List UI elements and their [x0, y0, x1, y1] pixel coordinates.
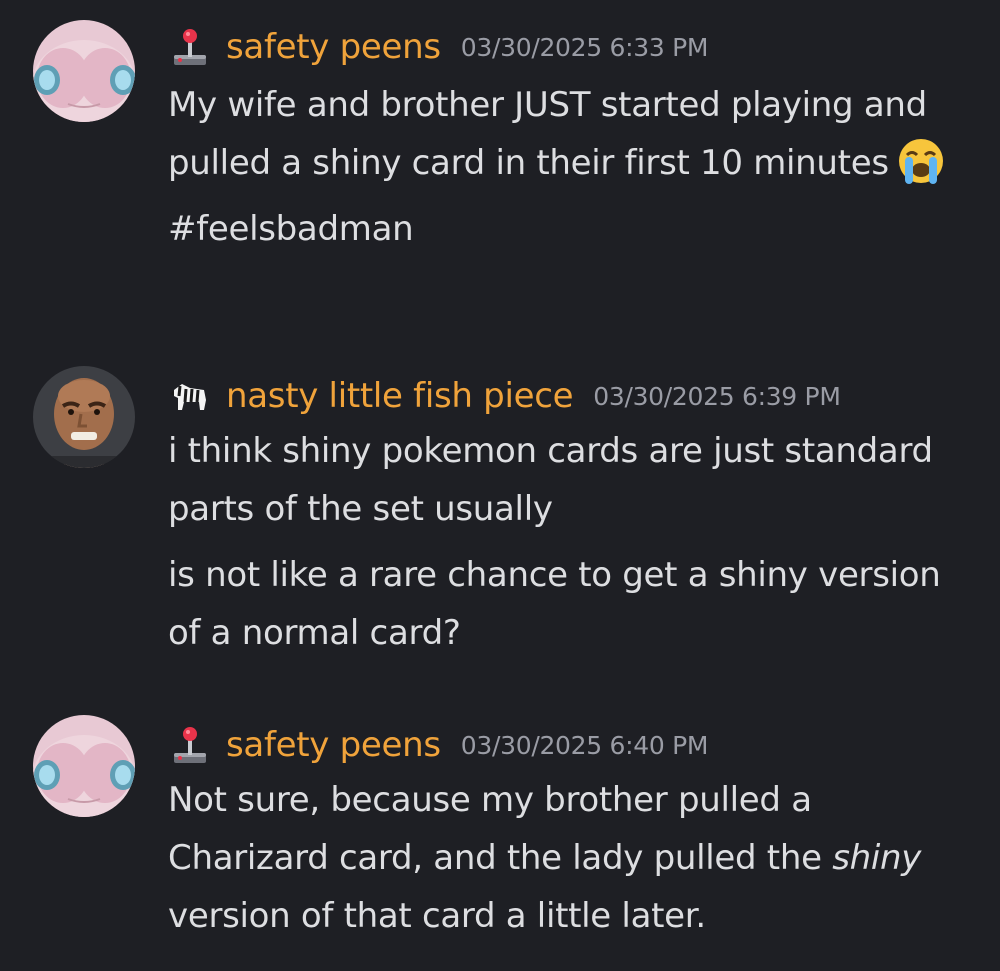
chat-message: safety peens 03/30/2025 6:33 PM My wife …: [0, 0, 1000, 340]
message-paragraph: is not like a rare chance to get a shiny…: [168, 555, 941, 653]
message-paragraph: Not sure, because my brother pulled a Ch…: [168, 771, 978, 945]
joystick-icon: [168, 25, 212, 69]
message-text: My wife and brother JUST started playing…: [168, 85, 927, 183]
message-paragraph: i think shiny pokemon cards are just sta…: [168, 431, 933, 529]
pink-creature-avatar[interactable]: [33, 715, 135, 817]
loudly-crying-face-emoji: [893, 136, 949, 186]
message-content: Not sure, because my brother pulled a Ch…: [168, 771, 978, 945]
message-header: safety peens 03/30/2025 6:40 PM: [168, 722, 708, 768]
timestamp: 03/30/2025 6:33 PM: [460, 32, 709, 62]
message-header: nasty little fish piece 03/30/2025 6:39 …: [168, 373, 841, 419]
timestamp: 03/30/2025 6:40 PM: [460, 730, 709, 760]
message-content: i think shiny pokemon cards are just sta…: [168, 422, 978, 662]
pink-creature-avatar[interactable]: [33, 20, 135, 122]
zebra-icon: [168, 374, 212, 418]
message-header: safety peens 03/30/2025 6:33 PM: [168, 24, 708, 70]
timestamp: 03/30/2025 6:39 PM: [593, 381, 841, 411]
username[interactable]: safety peens: [226, 725, 441, 765]
joystick-icon: [168, 723, 212, 767]
message-content: My wife and brother JUST started playing…: [168, 76, 978, 258]
message-paragraph: #feelsbadman: [168, 209, 414, 249]
message-paragraph: My wife and brother JUST started playing…: [168, 76, 978, 192]
italic-text: shiny: [832, 838, 922, 878]
chat-message: safety peens 03/30/2025 6:40 PM Not sure…: [0, 700, 1000, 971]
message-text: Not sure, because my brother pulled a Ch…: [168, 780, 833, 878]
message-text: version of that card a little later.: [168, 896, 706, 936]
bald-man-3d-avatar[interactable]: [33, 366, 135, 468]
chat-message: nasty little fish piece 03/30/2025 6:39 …: [0, 340, 1000, 700]
username[interactable]: nasty little fish piece: [226, 376, 574, 416]
username[interactable]: safety peens: [226, 27, 441, 67]
